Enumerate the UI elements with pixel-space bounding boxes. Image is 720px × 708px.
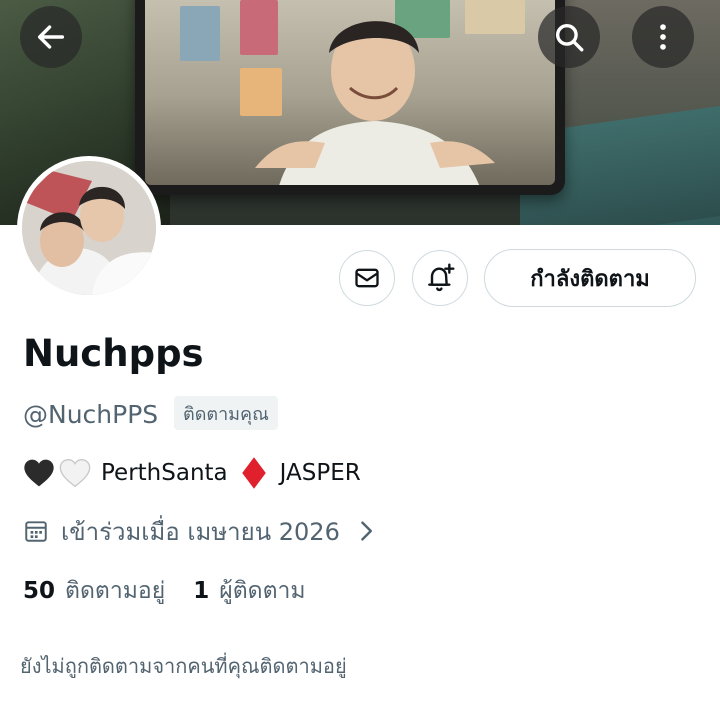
joined-date-row[interactable]: เข้าร่วมเมื่อ เมษายน 2026: [23, 514, 376, 548]
followers-stat[interactable]: 1 ผู้ติดตาม: [193, 573, 305, 609]
following-label: ติดตามอยู่: [65, 578, 166, 604]
calendar-icon: [25, 521, 47, 542]
bell-plus-icon: [428, 263, 455, 292]
red-diamond-icon: [241, 457, 266, 489]
following-stat[interactable]: 50 ติดตามอยู่: [23, 573, 165, 609]
bio-text-jasper: JASPER: [279, 460, 361, 486]
avatar-photo-illustration: [22, 161, 156, 295]
white-heart-icon: [59, 458, 91, 488]
follow-stats: 50 ติดตามอยู่ 1 ผู้ติดตาม: [23, 574, 306, 608]
banner-person-illustration: [255, 21, 495, 185]
banner-tablet: [135, 0, 565, 195]
banner-tablet-screen: [145, 0, 555, 185]
more-vertical-icon: [660, 24, 666, 50]
bio-text-perthsanta: PerthSanta: [101, 460, 228, 486]
more-options-button[interactable]: [632, 6, 694, 68]
avatar-image: [22, 161, 156, 295]
display-name: Nuchpps: [23, 332, 204, 375]
follows-you-badge: ติดตามคุณ: [174, 396, 278, 430]
banner-poster: [180, 6, 220, 61]
not-followed-note: ยังไม่ถูกติดตามจากคนที่คุณติดตามอยู่: [20, 654, 347, 678]
envelope-icon: [355, 268, 379, 288]
message-button[interactable]: [339, 250, 395, 306]
user-handle: @NuchPPS: [23, 400, 159, 429]
search-icon: [555, 23, 584, 52]
following-count: 50: [23, 578, 56, 604]
bio: PerthSanta JASPER: [23, 455, 361, 491]
joined-date: เข้าร่วมเมื่อ เมษายน 2026: [61, 517, 340, 546]
chevron-right-icon: [361, 521, 372, 541]
avatar[interactable]: [17, 156, 161, 300]
search-button[interactable]: [538, 6, 600, 68]
notifications-button[interactable]: [412, 250, 468, 306]
back-button[interactable]: [20, 6, 82, 68]
arrow-left-icon: [37, 25, 65, 49]
followers-label: ผู้ติดตาม: [219, 578, 306, 604]
followers-count: 1: [193, 578, 210, 604]
black-heart-icon: [24, 459, 54, 487]
following-button[interactable]: กำลังติดตาม: [484, 249, 696, 307]
